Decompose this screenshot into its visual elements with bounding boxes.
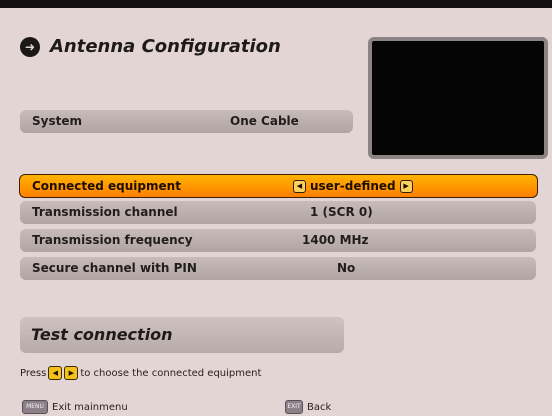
page-title: Antenna Configuration bbox=[50, 36, 281, 57]
transmission-channel-value: 1 (SCR 0) bbox=[310, 205, 373, 219]
system-value: One Cable bbox=[230, 114, 299, 128]
footer-exit-mainmenu[interactable]: MENU Exit mainmenu bbox=[22, 400, 128, 414]
transmission-channel-row[interactable]: Transmission channel 1 (SCR 0) bbox=[20, 201, 536, 224]
transmission-frequency-value: 1400 MHz bbox=[302, 233, 369, 247]
left-key-icon: ◀ bbox=[48, 366, 63, 380]
video-preview bbox=[368, 37, 548, 159]
arrow-right-circle-icon: ➜ bbox=[20, 36, 40, 57]
header: ➜ Antenna Configuration bbox=[20, 36, 281, 57]
hint-text: Press ◀ ▶ to choose the connected equipm… bbox=[20, 366, 261, 380]
footer-back[interactable]: EXIT Back bbox=[285, 400, 331, 414]
exit-mainmenu-label: Exit mainmenu bbox=[52, 401, 128, 413]
test-connection-button[interactable]: Test connection bbox=[20, 317, 344, 353]
connected-equipment-value-text: user-defined bbox=[310, 179, 396, 193]
test-connection-label: Test connection bbox=[31, 325, 173, 344]
secure-channel-value: No bbox=[337, 261, 356, 275]
connected-equipment-value[interactable]: ◀ user-defined ▶ bbox=[293, 179, 413, 193]
right-arrow-icon[interactable]: ▶ bbox=[399, 179, 413, 193]
transmission-channel-label: Transmission channel bbox=[32, 205, 178, 219]
secure-channel-label: Secure channel with PIN bbox=[32, 261, 197, 275]
left-arrow-icon[interactable]: ◀ bbox=[293, 179, 306, 193]
system-row[interactable]: System One Cable bbox=[20, 110, 353, 133]
hint-suffix: to choose the connected equipment bbox=[80, 367, 262, 379]
connected-equipment-label: Connected equipment bbox=[32, 179, 181, 193]
back-label: Back bbox=[307, 401, 332, 413]
menu-key-icon: MENU bbox=[22, 400, 48, 414]
right-key-icon: ▶ bbox=[64, 366, 79, 380]
system-label: System bbox=[32, 114, 82, 128]
transmission-frequency-label: Transmission frequency bbox=[32, 233, 193, 247]
transmission-frequency-row[interactable]: Transmission frequency 1400 MHz bbox=[20, 229, 536, 252]
exit-key-icon: EXIT bbox=[285, 400, 303, 414]
hint-prefix: Press bbox=[20, 367, 47, 379]
secure-channel-row[interactable]: Secure channel with PIN No bbox=[20, 257, 536, 280]
connected-equipment-row[interactable]: Connected equipment ◀ user-defined ▶ bbox=[19, 174, 538, 198]
